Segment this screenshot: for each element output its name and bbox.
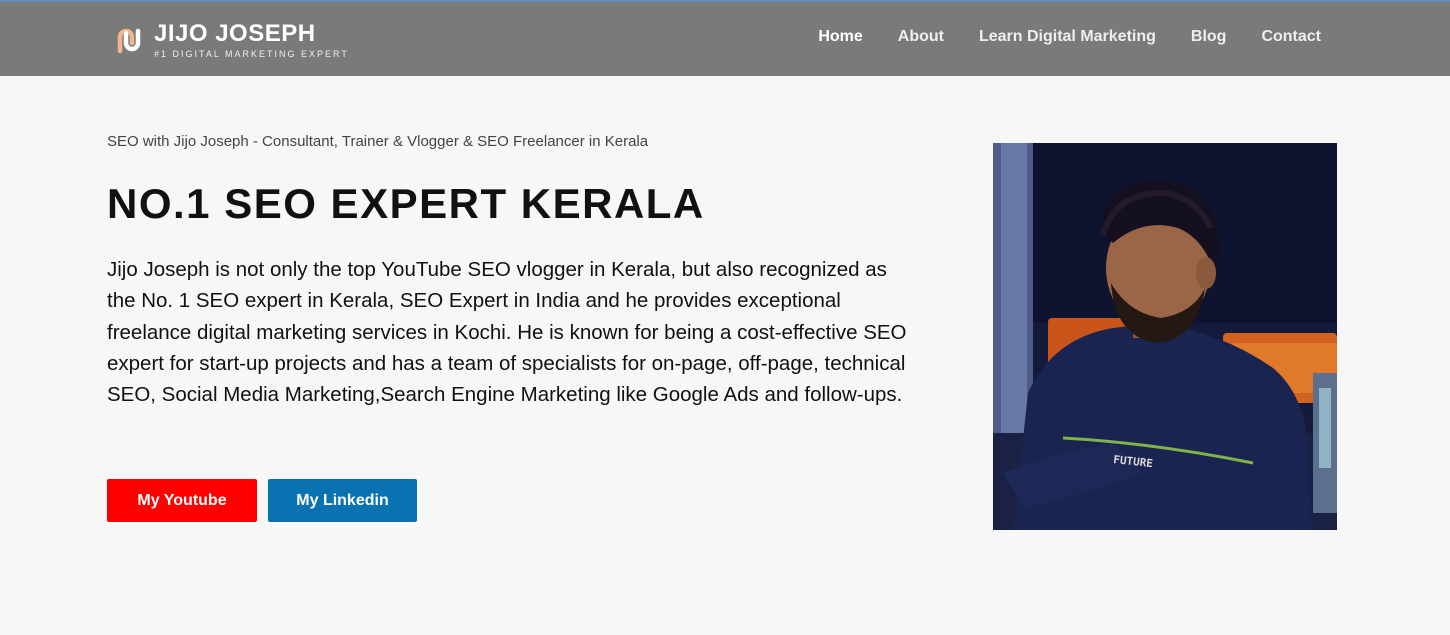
profile-photo-illustration: FUTURE bbox=[993, 143, 1337, 530]
main-nav: Home About Learn Digital Marketing Blog … bbox=[818, 28, 1321, 46]
linkedin-button[interactable]: My Linkedin bbox=[268, 479, 417, 522]
nav-learn-digital-marketing[interactable]: Learn Digital Marketing bbox=[979, 28, 1156, 46]
profile-photo: FUTURE bbox=[993, 143, 1337, 530]
hero-subtitle: SEO with Jijo Joseph - Consultant, Train… bbox=[107, 133, 649, 150]
brand-tagline: #1 DIGITAL MARKETING EXPERT bbox=[154, 48, 349, 59]
brand[interactable]: JIJO JOSEPH #1 DIGITAL MARKETING EXPERT bbox=[112, 18, 349, 62]
site-header: JIJO JOSEPH #1 DIGITAL MARKETING EXPERT … bbox=[0, 0, 1450, 76]
youtube-button[interactable]: My Youtube bbox=[107, 479, 257, 522]
hero-description: Jijo Joseph is not only the top YouTube … bbox=[107, 258, 907, 407]
hero-title: NO.1 SEO EXPERT KERALA bbox=[107, 180, 705, 227]
brand-name: JIJO JOSEPH bbox=[154, 19, 316, 47]
brand-logo-icon bbox=[117, 28, 141, 54]
nav-home[interactable]: Home bbox=[818, 28, 862, 46]
nav-blog[interactable]: Blog bbox=[1191, 28, 1227, 46]
nav-contact[interactable]: Contact bbox=[1261, 28, 1321, 46]
nav-about[interactable]: About bbox=[898, 28, 944, 46]
